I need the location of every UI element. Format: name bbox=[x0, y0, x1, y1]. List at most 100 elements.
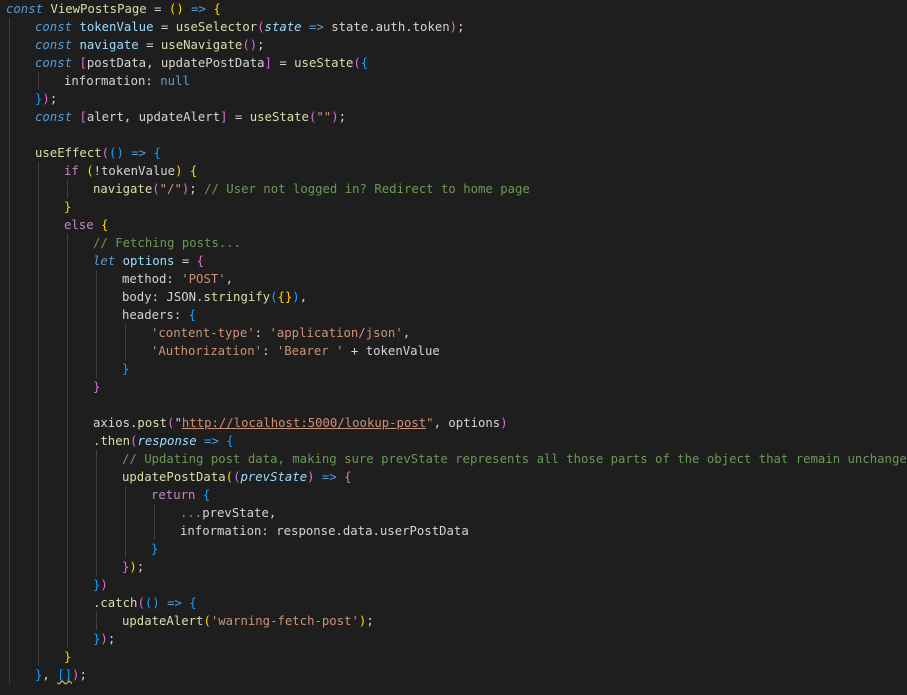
indent-guide bbox=[9, 396, 10, 414]
code-line[interactable]: 'content-type': 'application/json', bbox=[0, 324, 907, 342]
code-text: 'content-type': 'application/json', bbox=[151, 324, 410, 342]
indent-guide bbox=[9, 288, 10, 306]
token-function: useEffect bbox=[35, 146, 102, 160]
code-line[interactable]: updateAlert('warning-fetch-post'); bbox=[0, 612, 907, 630]
token-function: useState bbox=[294, 56, 354, 70]
token-function: post bbox=[137, 416, 168, 430]
token: , bbox=[42, 668, 58, 682]
code-line[interactable]: } bbox=[0, 360, 907, 378]
token-comment: // Updating post data, making sure prevS… bbox=[122, 452, 907, 466]
code-text: // Updating post data, making sure prevS… bbox=[122, 450, 907, 468]
code-line[interactable]: navigate("/"); // User not logged in? Re… bbox=[0, 180, 907, 198]
indent-guide bbox=[125, 522, 126, 540]
code-line[interactable]: updatePostData((prevState) => { bbox=[0, 468, 907, 486]
indent-guide bbox=[38, 450, 39, 468]
indent-guide bbox=[67, 486, 68, 504]
code-line[interactable]: const ViewPostsPage = () => { bbox=[0, 0, 907, 18]
indent-guide bbox=[9, 648, 10, 666]
indent-guide bbox=[67, 252, 68, 270]
token: ; bbox=[338, 110, 346, 124]
code-line[interactable]: .catch(() => { bbox=[0, 594, 907, 612]
indent-guide bbox=[38, 630, 39, 648]
code-line[interactable]: // Updating post data, making sure prevS… bbox=[0, 450, 907, 468]
token-variable: state bbox=[264, 20, 302, 34]
code-line[interactable]: return { bbox=[0, 486, 907, 504]
code-line[interactable]: }); bbox=[0, 90, 907, 108]
token-function: updatePostData bbox=[122, 470, 226, 484]
indent-guide bbox=[9, 324, 10, 342]
code-line[interactable]: } bbox=[0, 378, 907, 396]
code-line[interactable]: if (!tokenValue) { bbox=[0, 162, 907, 180]
code-line[interactable]: } bbox=[0, 648, 907, 666]
code-line[interactable] bbox=[0, 126, 907, 144]
code-line[interactable]: const navigate = useNavigate(); bbox=[0, 36, 907, 54]
indent-guide bbox=[9, 162, 10, 180]
code-line[interactable]: .then(response => { bbox=[0, 432, 907, 450]
token-bracket-yellow: { bbox=[189, 164, 198, 178]
token-bracket-blue: () bbox=[144, 596, 160, 610]
code-line[interactable]: const [alert, updateAlert] = useState(""… bbox=[0, 108, 907, 126]
indent-guide bbox=[67, 270, 68, 288]
indent-guide bbox=[67, 432, 68, 450]
code-line[interactable]: useEffect(() => { bbox=[0, 144, 907, 162]
code-line[interactable]: 'Authorization': 'Bearer ' + tokenValue bbox=[0, 342, 907, 360]
token-keyword: const bbox=[6, 2, 44, 16]
code-line[interactable]: }) bbox=[0, 576, 907, 594]
code-line[interactable]: ...prevState, bbox=[0, 504, 907, 522]
code-line[interactable]: let options = { bbox=[0, 252, 907, 270]
token-bracket-pink: [ bbox=[79, 56, 87, 70]
code-line[interactable]: } bbox=[0, 198, 907, 216]
indent-guide bbox=[9, 666, 10, 684]
indent-guide bbox=[96, 612, 97, 630]
indent-guide bbox=[67, 576, 68, 594]
token-bracket-pink: ] bbox=[220, 110, 228, 124]
code-line[interactable]: body: JSON.stringify({}), bbox=[0, 288, 907, 306]
code-line[interactable]: }); bbox=[0, 630, 907, 648]
indent-guide bbox=[38, 648, 39, 666]
code-line[interactable]: information: null bbox=[0, 72, 907, 90]
token: , bbox=[299, 290, 308, 304]
code-line[interactable]: axios.post("http://localhost:5000/lookup… bbox=[0, 414, 907, 432]
code-line[interactable]: method: 'POST', bbox=[0, 270, 907, 288]
code-line[interactable]: information: response.data.userPostData bbox=[0, 522, 907, 540]
token: prevState, bbox=[202, 506, 277, 520]
code-line[interactable]: } bbox=[0, 540, 907, 558]
token-bracket-blue: } bbox=[122, 362, 130, 376]
token-comment: // User not logged in? Redirect to home … bbox=[204, 182, 530, 196]
code-line[interactable]: headers: { bbox=[0, 306, 907, 324]
code-line[interactable]: const [postData, updatePostData] = useSt… bbox=[0, 54, 907, 72]
token-bracket-pink: ( bbox=[353, 56, 361, 70]
code-text: } bbox=[64, 648, 71, 666]
indent-guide bbox=[9, 54, 10, 72]
token-keyword: => bbox=[321, 470, 337, 484]
token: + tokenValue bbox=[343, 344, 440, 358]
code-editor[interactable]: const ViewPostsPage = () => {const token… bbox=[0, 0, 907, 695]
indent-guide bbox=[96, 522, 97, 540]
code-text: information: response.data.userPostData bbox=[180, 522, 469, 540]
code-line[interactable]: }); bbox=[0, 558, 907, 576]
token: = bbox=[146, 2, 169, 16]
indent-guide bbox=[9, 342, 10, 360]
indent-guide bbox=[9, 630, 10, 648]
indent-guide bbox=[67, 630, 68, 648]
indent-guide bbox=[96, 540, 97, 558]
token: information: response.data.userPostData bbox=[180, 524, 469, 538]
token-bracket-yellow: ( bbox=[203, 614, 211, 628]
code-text: else { bbox=[64, 216, 108, 234]
token-string: 'Bearer ' bbox=[276, 344, 344, 358]
token-string: 'Authorization' bbox=[151, 344, 263, 358]
code-text: .then(response => { bbox=[93, 432, 234, 450]
token: ; bbox=[366, 614, 374, 628]
code-line[interactable] bbox=[0, 396, 907, 414]
indent-guide bbox=[38, 360, 39, 378]
indent-guide bbox=[9, 180, 10, 198]
code-line[interactable]: // Fetching posts... bbox=[0, 234, 907, 252]
code-line[interactable]: else { bbox=[0, 216, 907, 234]
code-line[interactable]: }, []); bbox=[0, 666, 907, 684]
token: ; bbox=[189, 182, 205, 196]
code-line[interactable]: const tokenValue = useSelector(state => … bbox=[0, 18, 907, 36]
code-text: const [alert, updateAlert] = useState(""… bbox=[35, 108, 346, 126]
